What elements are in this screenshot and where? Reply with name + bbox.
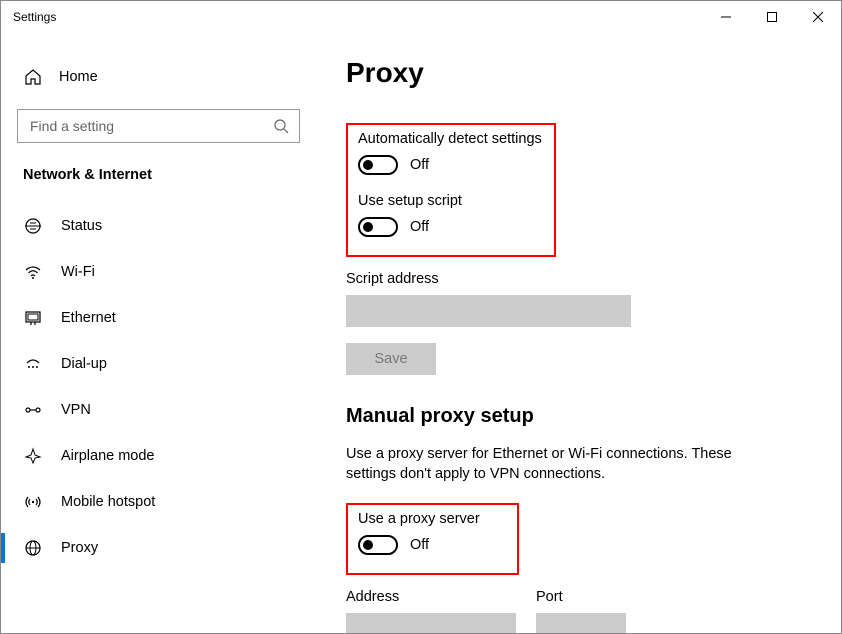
address-input[interactable] [346, 613, 516, 633]
script-address-input[interactable] [346, 295, 631, 327]
search-icon [273, 118, 289, 134]
minimize-icon [721, 12, 731, 22]
maximize-icon [767, 12, 777, 22]
wifi-icon [23, 262, 43, 282]
window-title: Settings [13, 10, 56, 24]
close-icon [813, 12, 823, 22]
sidebar-item-ethernet[interactable]: Ethernet [1, 295, 316, 341]
sidebar-item-label: Status [61, 218, 102, 234]
setup-script-state: Off [410, 219, 429, 235]
sidebar-item-label: Proxy [61, 540, 98, 556]
save-button[interactable]: Save [346, 343, 436, 375]
home-label: Home [59, 69, 98, 85]
sidebar-item-label: Wi-Fi [61, 264, 95, 280]
port-label: Port [536, 589, 626, 605]
sidebar-item-label: Airplane mode [61, 448, 155, 464]
auto-detect-label: Automatically detect settings [358, 131, 544, 147]
use-proxy-toggle[interactable] [358, 535, 398, 555]
use-proxy-label: Use a proxy server [358, 511, 507, 527]
sidebar-item-dialup[interactable]: Dial-up [1, 341, 316, 387]
use-proxy-state: Off [410, 537, 429, 553]
search-input[interactable] [17, 109, 300, 143]
auto-detect-toggle[interactable] [358, 155, 398, 175]
sidebar-item-status[interactable]: Status [1, 203, 316, 249]
ethernet-icon [23, 308, 43, 328]
sidebar-item-wifi[interactable]: Wi-Fi [1, 249, 316, 295]
sidebar-item-label: VPN [61, 402, 91, 418]
proxy-icon [23, 538, 43, 558]
close-button[interactable] [795, 1, 841, 33]
script-address-label: Script address [346, 271, 811, 287]
search-field[interactable] [28, 117, 273, 135]
sidebar-item-airplane[interactable]: Airplane mode [1, 433, 316, 479]
manual-setup-heading: Manual proxy setup [346, 405, 811, 428]
main-content: Proxy Automatically detect settings Off … [316, 33, 841, 633]
status-icon [23, 216, 43, 236]
auto-detect-state: Off [410, 157, 429, 173]
vpn-icon [23, 400, 43, 420]
titlebar: Settings [1, 1, 841, 33]
setup-script-toggle[interactable] [358, 217, 398, 237]
minimize-button[interactable] [703, 1, 749, 33]
hotspot-icon [23, 492, 43, 512]
manual-setup-description: Use a proxy server for Ethernet or Wi-Fi… [346, 444, 776, 485]
highlight-box-proxy: Use a proxy server Off [346, 503, 519, 575]
highlight-box-auto: Automatically detect settings Off Use se… [346, 123, 556, 257]
sidebar-item-label: Dial-up [61, 356, 107, 372]
sidebar-item-hotspot[interactable]: Mobile hotspot [1, 479, 316, 525]
address-label: Address [346, 589, 516, 605]
maximize-button[interactable] [749, 1, 795, 33]
page-title: Proxy [346, 57, 811, 89]
section-heading: Network & Internet [1, 161, 316, 203]
sidebar-item-label: Ethernet [61, 310, 116, 326]
sidebar: Home Network & Internet Status Wi- [1, 33, 316, 633]
dialup-icon [23, 354, 43, 374]
sidebar-item-proxy[interactable]: Proxy [1, 525, 316, 571]
home-icon [23, 67, 43, 87]
window-controls [703, 1, 841, 33]
sidebar-item-label: Mobile hotspot [61, 494, 155, 510]
settings-window: Settings Home [0, 0, 842, 634]
port-input[interactable] [536, 613, 626, 633]
save-button-label: Save [374, 351, 407, 367]
airplane-icon [23, 446, 43, 466]
home-link[interactable]: Home [1, 63, 316, 103]
sidebar-item-vpn[interactable]: VPN [1, 387, 316, 433]
setup-script-label: Use setup script [358, 193, 544, 209]
